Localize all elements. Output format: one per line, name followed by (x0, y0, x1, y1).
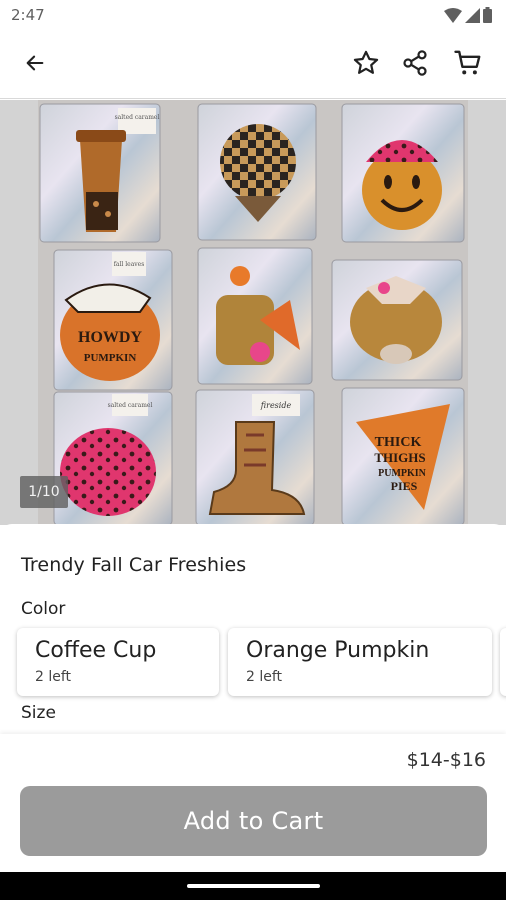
color-option-orange-pumpkin[interactable]: Orange Pumpkin 2 left (228, 628, 492, 696)
size-label: Size (21, 703, 56, 723)
freshie-text-pumpkin-2: PUMPKIN (378, 468, 427, 479)
top-app-bar (0, 30, 506, 99)
status-icons (444, 7, 492, 23)
add-to-cart-button[interactable]: Add to Cart (20, 786, 487, 856)
favorite-button[interactable] (350, 47, 382, 79)
bag-tag-1: salted caramel (115, 114, 160, 121)
product-image-gallery[interactable]: salted caramel fall leaves HOWDY PUMPKIN (0, 100, 506, 525)
arrow-left-icon (26, 55, 44, 71)
price-range: $14-$16 (406, 749, 486, 771)
cart-icon (454, 50, 481, 75)
star-outline-icon (353, 50, 379, 74)
color-option-name: Coffee Cup (35, 638, 157, 663)
freshie-text-pumpkin: PUMPKIN (84, 352, 137, 364)
bag-tag-8: fireside (260, 401, 292, 410)
color-option-stock: 2 left (246, 669, 283, 685)
bag-tag-4: fall leaves (114, 261, 145, 268)
product-title: Trendy Fall Car Freshies (21, 554, 247, 576)
system-navigation-bar (0, 872, 506, 900)
wifi-icon (444, 7, 462, 23)
color-option-partial[interactable] (500, 628, 506, 696)
share-button[interactable] (399, 47, 431, 79)
bag-tag-7: salted caramel (108, 402, 153, 409)
freshie-text-howdy: HOWDY (78, 329, 142, 346)
color-option-stock: 2 left (35, 669, 72, 685)
cell-signal-icon (465, 7, 480, 23)
image-counter: 1/10 (20, 476, 68, 508)
color-option-name: Orange Pumpkin (246, 638, 430, 663)
home-gesture-handle[interactable] (187, 884, 320, 888)
status-time: 2:47 (11, 6, 45, 24)
product-photo: salted caramel fall leaves HOWDY PUMPKIN (0, 100, 506, 525)
freshie-text-thick: THICK (375, 435, 422, 450)
battery-icon (483, 7, 492, 23)
cart-button[interactable] (452, 47, 484, 79)
purchase-bar: $14-$16 Add to Cart (0, 734, 506, 872)
freshie-text-pies: PIES (391, 479, 418, 493)
back-button[interactable] (19, 47, 51, 79)
freshie-text-thighs: THIGHS (374, 450, 425, 465)
product-options-sheet: Trendy Fall Car Freshies Color Coffee Cu… (0, 524, 506, 734)
share-icon (403, 50, 427, 76)
color-label: Color (21, 599, 66, 619)
color-option-coffee-cup[interactable]: Coffee Cup 2 left (17, 628, 219, 696)
status-bar: 2:47 (0, 0, 506, 30)
